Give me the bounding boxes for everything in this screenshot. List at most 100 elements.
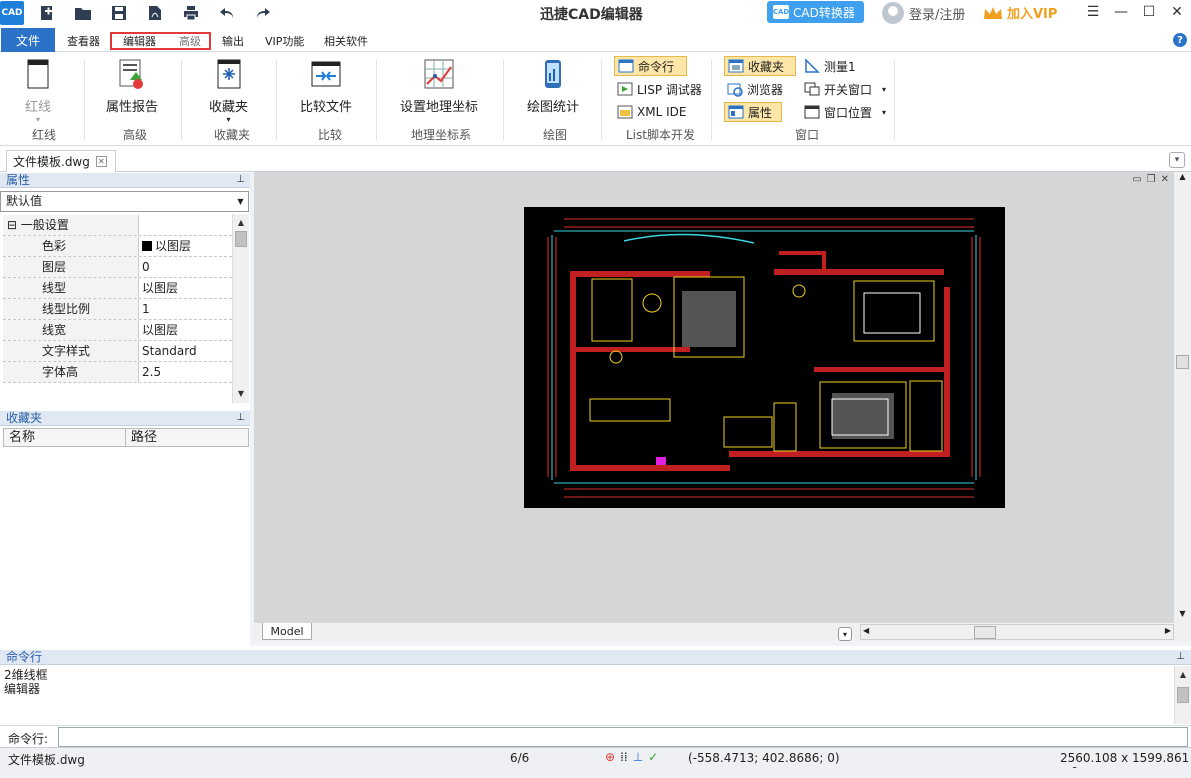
separator	[601, 60, 602, 140]
tab-related[interactable]: 相关软件	[324, 30, 368, 52]
pin-icon[interactable]: ⊥	[236, 411, 245, 425]
print-icon[interactable]	[182, 4, 200, 22]
table-row[interactable]: 图层 0	[3, 257, 232, 278]
table-row[interactable]: 线型 以图层	[3, 278, 232, 299]
polar-icon[interactable]: ✓	[648, 750, 658, 764]
favorites-small-button[interactable]: 收藏夹	[724, 56, 796, 76]
scroll-thumb[interactable]	[1176, 355, 1189, 369]
xml-ide-button[interactable]: XML IDE	[614, 102, 689, 122]
undo-icon[interactable]	[218, 4, 236, 22]
scroll-up-icon[interactable]: ▲	[1175, 666, 1191, 683]
login-button[interactable]: 登录/注册	[882, 2, 965, 24]
restore-icon[interactable]: ❐	[1147, 174, 1156, 185]
grid-icon[interactable]: ⁞⁞	[620, 750, 628, 764]
scroll-thumb[interactable]	[974, 626, 996, 639]
layout-dropdown-icon[interactable]: ▾	[838, 627, 852, 641]
column-path[interactable]: 路径	[126, 429, 248, 446]
scroll-thumb[interactable]	[1177, 687, 1189, 703]
minimize-icon[interactable]: —	[1107, 0, 1135, 24]
window-position-dropdown-icon[interactable]: ▾	[882, 108, 886, 117]
cmdline-button[interactable]: 命令行	[614, 56, 687, 76]
lisp-debugger-button[interactable]: LISP 调试器	[614, 79, 705, 99]
tab-advanced[interactable]: 高级	[179, 30, 201, 52]
column-name[interactable]: 名称	[4, 429, 126, 446]
scroll-down-icon[interactable]: ▼	[233, 385, 249, 402]
tab-vip[interactable]: VIP功能	[265, 30, 304, 52]
close-icon[interactable]: ✕	[1163, 0, 1191, 24]
help-icon[interactable]: ?	[1173, 33, 1187, 47]
properties-button[interactable]: 属性	[724, 102, 782, 122]
mdi-controls: ▭ ❐ ✕	[1132, 174, 1169, 185]
vip-button[interactable]: 加入VIP	[983, 3, 1057, 22]
cad-converter-button[interactable]: CAD CAD转换器	[767, 1, 864, 23]
geo-label: 设置地理坐标	[400, 100, 479, 115]
close-tab-icon[interactable]: ✕	[95, 156, 107, 167]
tab-editor[interactable]: 编辑器	[123, 30, 156, 52]
pin-icon[interactable]: ⊥	[1176, 650, 1185, 664]
horizontal-scrollbar[interactable]: ◀ ▶	[860, 624, 1174, 640]
attr-report-label: 属性报告	[106, 100, 159, 115]
redline-button[interactable]: 红线 ▾	[22, 58, 54, 125]
quick-access-toolbar	[38, 4, 272, 22]
redo-icon[interactable]	[254, 4, 272, 22]
scroll-thumb[interactable]	[235, 231, 247, 247]
table-row[interactable]: 文字样式 Standard	[3, 341, 232, 362]
floor-plan-drawing[interactable]	[524, 207, 1005, 508]
command-scrollbar[interactable]: ▲	[1174, 666, 1191, 724]
favorites-button[interactable]: 收藏夹 ▾	[209, 58, 248, 125]
draw-stats-button[interactable]: 绘图统计	[527, 58, 579, 115]
status-pages: 6/6	[510, 751, 530, 765]
toggle-window-icon	[804, 82, 820, 96]
scroll-right-icon[interactable]: ▶	[1165, 626, 1171, 635]
window-position-button[interactable]: 窗口位置 ▾	[801, 102, 889, 122]
scroll-down-icon[interactable]: ▼	[1174, 609, 1191, 623]
minimize-icon[interactable]: ▭	[1132, 174, 1141, 185]
close-icon[interactable]: ✕	[1161, 174, 1169, 185]
status-bar: 文件模板.dwg 6/6 ⊕ ⁞⁞ ⊥ ✓ (-558.4713; 402.86…	[0, 747, 1191, 778]
table-row[interactable]: 色彩 以图层	[3, 236, 232, 257]
tab-viewer[interactable]: 查看器	[67, 30, 100, 52]
scroll-up-icon[interactable]: ▲	[1174, 172, 1191, 186]
table-row[interactable]: 字体高 2.5	[3, 362, 232, 383]
model-tab[interactable]: Model	[262, 623, 312, 640]
measure-button[interactable]: 测量1	[801, 56, 859, 76]
section-row[interactable]: ⊟ 一般设置	[3, 215, 232, 236]
tabs-dropdown-icon[interactable]: ▾	[1169, 152, 1185, 168]
maximize-icon[interactable]: ☐	[1135, 0, 1163, 24]
attr-report-button[interactable]: 属性报告	[106, 58, 158, 115]
new-file-icon[interactable]	[38, 4, 56, 22]
properties-combo[interactable]: 默认值 ▼	[0, 191, 249, 212]
avatar-icon	[882, 2, 904, 24]
attr-report-icon	[119, 59, 143, 89]
command-input[interactable]	[58, 727, 1188, 747]
save-icon[interactable]	[110, 4, 128, 22]
compare-files-button[interactable]: 比较文件	[300, 58, 352, 115]
menu-icon[interactable]: ☰	[1079, 0, 1107, 24]
pin-icon[interactable]: ⊥	[236, 173, 245, 187]
tab-output[interactable]: 输出	[222, 30, 244, 52]
scroll-up-icon[interactable]: ▲	[233, 214, 249, 231]
properties-scrollbar[interactable]: ▲ ▼	[232, 214, 249, 403]
ortho-icon[interactable]: ⊥	[633, 750, 643, 764]
status-toggles: ⊕ ⁞⁞ ⊥ ✓	[605, 750, 658, 764]
favorites-panel-title: 收藏夹	[6, 411, 43, 425]
lisp-label: LISP 调试器	[637, 82, 702, 97]
table-row[interactable]: 线宽 以图层	[3, 320, 232, 341]
draw-stats-icon	[545, 60, 561, 88]
open-folder-icon[interactable]	[74, 4, 92, 22]
chevron-down-icon[interactable]: ▼	[233, 192, 248, 211]
measure-label: 测量1	[824, 59, 856, 74]
toggle-window-button[interactable]: 开关窗口 ▾	[801, 79, 889, 99]
toggle-window-dropdown-icon[interactable]: ▾	[882, 85, 886, 94]
snap-icon[interactable]: ⊕	[605, 750, 615, 764]
scroll-left-icon[interactable]: ◀	[863, 626, 869, 635]
geo-coords-button[interactable]: 设置地理坐标	[400, 58, 478, 115]
browser-button[interactable]: 浏览器	[724, 79, 786, 99]
table-row[interactable]: 线型比例 1	[3, 299, 232, 320]
vertical-scrollbar[interactable]: ▲ ▼	[1174, 172, 1191, 623]
tab-file[interactable]: 文件	[1, 28, 55, 52]
redline-icon	[27, 59, 49, 89]
fav-small-label: 收藏夹	[748, 59, 785, 74]
document-tab[interactable]: 文件模板.dwg ✕	[6, 150, 116, 172]
pdf-export-icon[interactable]	[146, 4, 164, 22]
